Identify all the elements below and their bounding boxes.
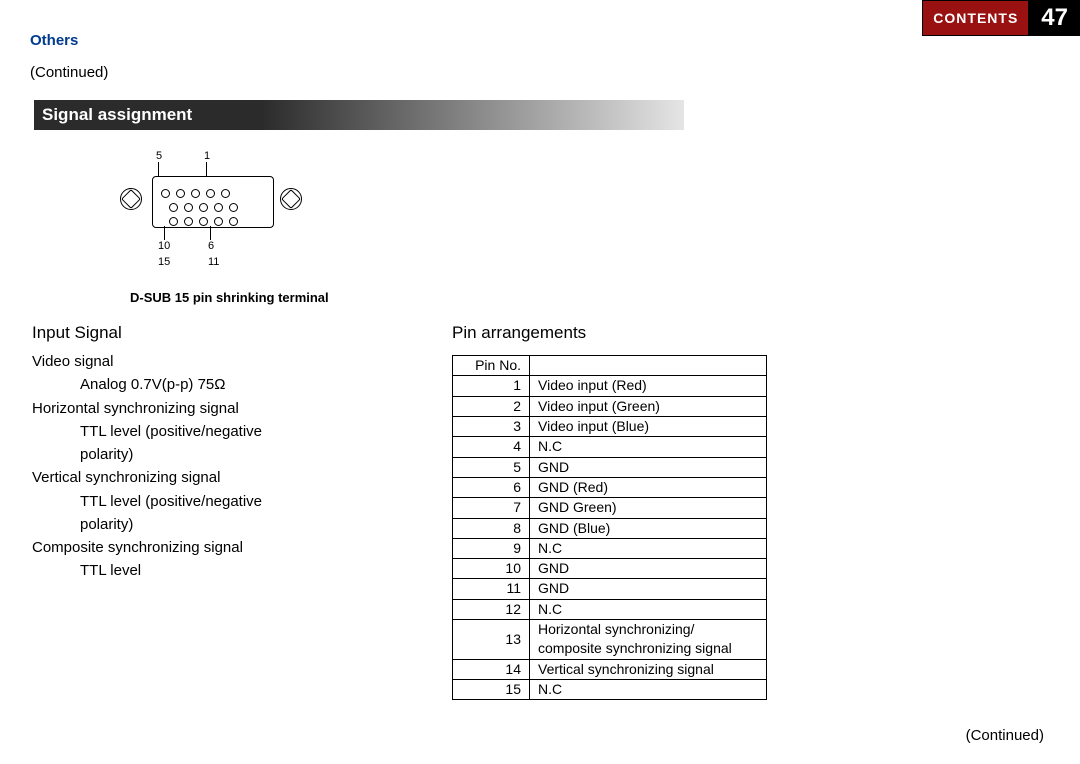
page-root: CONTENTS 47 Others (Continued) Signal as… (0, 0, 1080, 764)
input-signal-heading: Input Signal (32, 323, 122, 343)
table-row: 5GND (453, 457, 767, 477)
csync-sub: TTL level (80, 559, 402, 582)
table-row: 7GND Green) (453, 498, 767, 518)
hsync-sub: TTL level (positive/negative polarity) (80, 420, 300, 467)
table-row: 6GND (Red) (453, 477, 767, 497)
video-signal: Video signal (32, 350, 402, 373)
table-row: 10GND (453, 559, 767, 579)
table-row: 15N.C (453, 680, 767, 700)
table-row: 3Video input (Blue) (453, 416, 767, 436)
dsub-diagram: 5 1 10 6 15 11 (118, 150, 358, 290)
table-row: 8GND (Blue) (453, 518, 767, 538)
table-row: 1Video input (Red) (453, 376, 767, 396)
screw-left-icon (120, 188, 142, 210)
table-row: 12N.C (453, 599, 767, 619)
top-bar: CONTENTS 47 (922, 0, 1080, 36)
page-number: 47 (1029, 0, 1080, 36)
pin-desc-header (530, 356, 767, 376)
pin-label-1: 1 (204, 150, 210, 162)
pin-table: Pin No. 1Video input (Red) 2Video input … (452, 355, 767, 700)
table-row: 11GND (453, 579, 767, 599)
pin-arrangements-heading: Pin arrangements (452, 323, 586, 343)
contents-link[interactable]: CONTENTS (922, 0, 1029, 36)
input-signal-list: Video signal Analog 0.7V(p-p) 75Ω Horizo… (32, 350, 402, 583)
table-row: 13Horizontal synchronizing/ composite sy… (453, 620, 767, 660)
table-row: 2Video input (Green) (453, 396, 767, 416)
continued-top: (Continued) (30, 64, 108, 81)
screw-right-icon (280, 188, 302, 210)
signal-assignment-heading: Signal assignment (34, 100, 684, 130)
pin-label-6: 6 (208, 240, 214, 252)
dsub-caption: D-SUB 15 pin shrinking terminal (130, 290, 329, 305)
continued-bottom: (Continued) (966, 727, 1044, 744)
vsync: Vertical synchronizing signal (32, 466, 402, 489)
pin-label-10: 10 (158, 240, 170, 252)
section-others-label: Others (30, 32, 78, 49)
connector-body (152, 176, 274, 228)
pin-label-11: 11 (208, 256, 219, 268)
pin-label-5: 5 (156, 150, 162, 162)
table-row: 9N.C (453, 538, 767, 558)
csync: Composite synchronizing signal (32, 536, 402, 559)
video-signal-sub: Analog 0.7V(p-p) 75Ω (80, 373, 402, 396)
table-row: 4N.C (453, 437, 767, 457)
vsync-sub: TTL level (positive/negative polarity) (80, 490, 300, 537)
hsync: Horizontal synchronizing signal (32, 397, 402, 420)
pin-col-header: Pin No. (453, 356, 530, 376)
table-row: 14Vertical synchronizing signal (453, 659, 767, 679)
pin-label-15: 15 (158, 256, 170, 268)
